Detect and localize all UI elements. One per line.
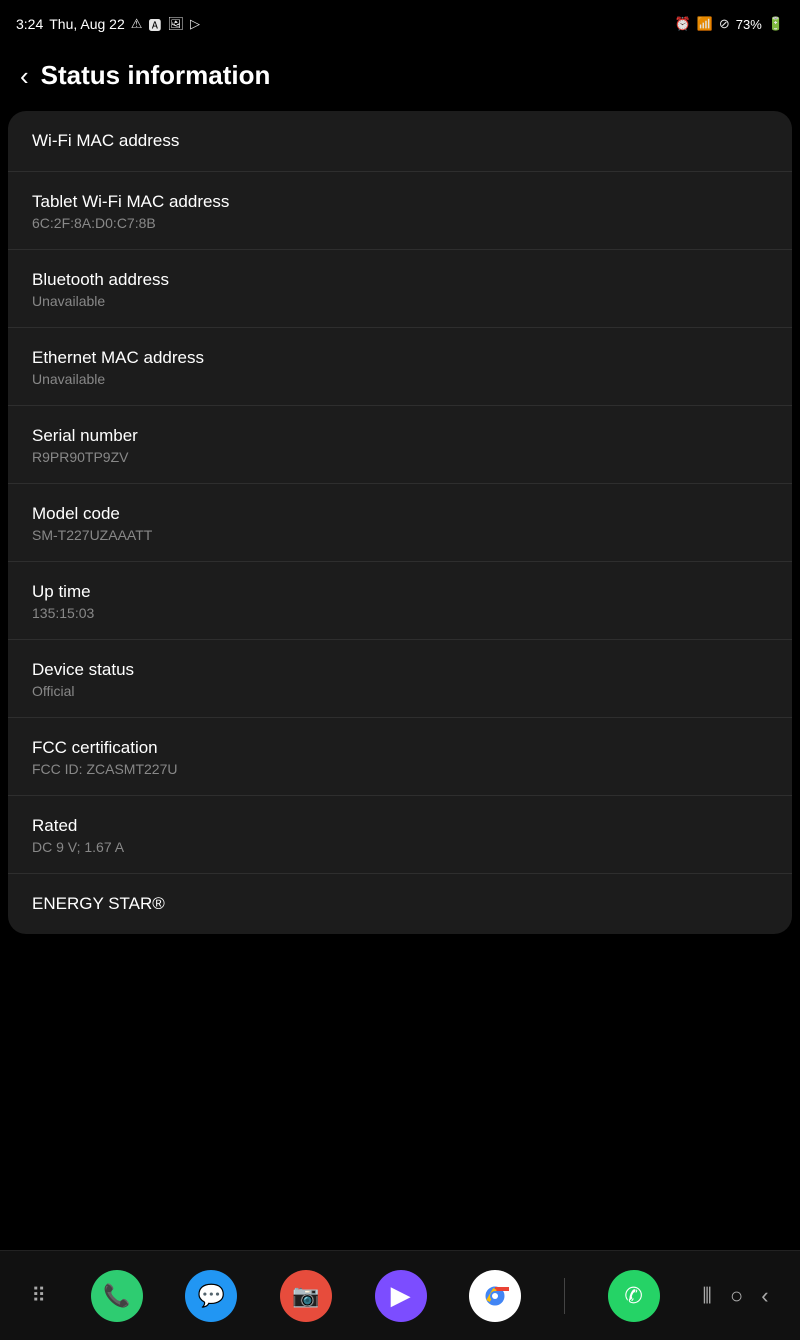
whatsapp-app-button[interactable]: ✆: [608, 1270, 660, 1322]
warning-icon: ⚠: [131, 16, 143, 32]
app-drawer-button[interactable]: ⠿: [31, 1283, 48, 1308]
camera-app-button[interactable]: 📷: [280, 1270, 332, 1322]
info-value: FCC ID: ZCASMT227U: [32, 761, 768, 777]
info-label: FCC certification: [32, 738, 768, 758]
info-label: Serial number: [32, 426, 768, 446]
chrome-app-button[interactable]: [469, 1270, 521, 1322]
info-label: Device status: [32, 660, 768, 680]
status-bar-right: ⏰ 📶 ⊘ 73% 🔋: [675, 16, 785, 32]
info-value: Unavailable: [32, 293, 768, 309]
info-value: 135:15:03: [32, 605, 768, 621]
info-value: DC 9 V; 1.67 A: [32, 839, 768, 855]
info-row: FCC certification FCC ID: ZCASMT227U: [8, 718, 792, 796]
battery-icon: 🔋: [768, 16, 784, 32]
info-row: Serial number R9PR90TP9ZV: [8, 406, 792, 484]
back-button[interactable]: ‹: [20, 63, 29, 89]
phone-app-button[interactable]: 📞: [91, 1270, 143, 1322]
time-display: 3:24: [16, 16, 43, 32]
nav-system-buttons: ⦀ ○ ‹: [702, 1283, 768, 1309]
status-bar-left: 3:24 Thu, Aug 22 ⚠ 🅰 🖼 ▷: [16, 15, 200, 34]
info-label: Rated: [32, 816, 768, 836]
messages-app-button[interactable]: 💬: [185, 1270, 237, 1322]
info-label: ENERGY STAR®: [32, 894, 768, 914]
recent-apps-button[interactable]: ⦀: [702, 1283, 712, 1309]
play-icon: ▷: [190, 16, 200, 32]
camera-notif-icon: 🅰: [148, 15, 161, 34]
info-row: Tablet Wi-Fi MAC address 6C:2F:8A:D0:C7:8…: [8, 172, 792, 250]
navigation-bar: ⠿ 📞 💬 📷 ▶ ✆ ⦀ ○ ‹: [0, 1250, 800, 1340]
info-row: Ethernet MAC address Unavailable: [8, 328, 792, 406]
info-card: Wi-Fi MAC address Tablet Wi-Fi MAC addres…: [8, 111, 792, 934]
info-value: Official: [32, 683, 768, 699]
battery-display: 73%: [736, 17, 762, 32]
info-row: ENERGY STAR®: [8, 874, 792, 934]
info-row: Up time 135:15:03: [8, 562, 792, 640]
info-row: Device status Official: [8, 640, 792, 718]
media-icon: 🖼: [167, 16, 184, 32]
home-button[interactable]: ○: [730, 1283, 743, 1309]
alarm-icon: ⏰: [675, 16, 691, 32]
nav-divider: [564, 1278, 565, 1314]
status-bar: 3:24 Thu, Aug 22 ⚠ 🅰 🖼 ▷ ⏰ 📶 ⊘ 73% 🔋: [0, 0, 800, 44]
scroll-area: Wi-Fi MAC address Tablet Wi-Fi MAC addres…: [0, 107, 800, 1237]
info-row: Model code SM-T227UZAAATT: [8, 484, 792, 562]
dnd-icon: ⊘: [719, 16, 730, 32]
youtube-app-button[interactable]: ▶: [375, 1270, 427, 1322]
wifi-icon: 📶: [697, 16, 713, 32]
back-nav-button[interactable]: ‹: [761, 1283, 768, 1309]
info-value: Unavailable: [32, 371, 768, 387]
info-row: Bluetooth address Unavailable: [8, 250, 792, 328]
page-title: Status information: [41, 60, 271, 91]
info-row: Wi-Fi MAC address: [8, 111, 792, 172]
info-label: Bluetooth address: [32, 270, 768, 290]
info-value: R9PR90TP9ZV: [32, 449, 768, 465]
header: ‹ Status information: [0, 44, 800, 107]
info-label: Ethernet MAC address: [32, 348, 768, 368]
info-label: Model code: [32, 504, 768, 524]
info-label: Wi-Fi MAC address: [32, 131, 768, 151]
info-label: Up time: [32, 582, 768, 602]
info-value: SM-T227UZAAATT: [32, 527, 768, 543]
info-row: Rated DC 9 V; 1.67 A: [8, 796, 792, 874]
date-display: Thu, Aug 22: [49, 16, 125, 32]
info-label: Tablet Wi-Fi MAC address: [32, 192, 768, 212]
info-value: 6C:2F:8A:D0:C7:8B: [32, 215, 768, 231]
chrome-icon: [481, 1282, 509, 1310]
